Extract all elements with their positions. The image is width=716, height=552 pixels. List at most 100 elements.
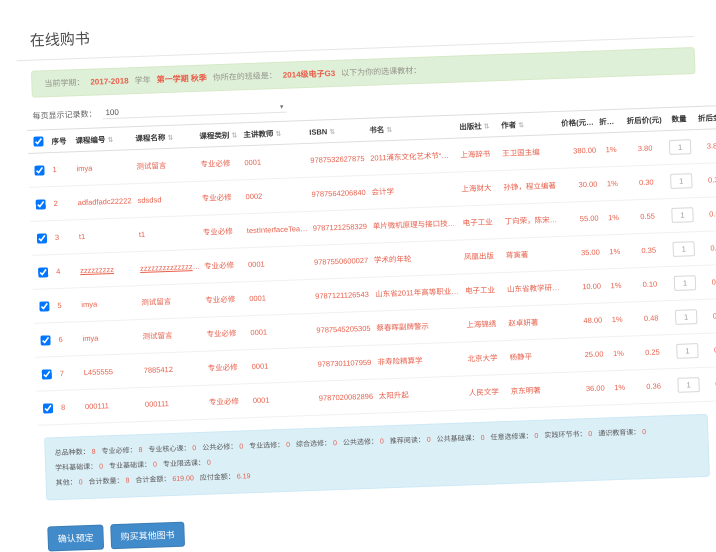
summary-item-label: 学科基础课： [55, 464, 97, 472]
cell-discounted_price: 0.30 [625, 165, 668, 200]
row-checkbox[interactable] [42, 369, 52, 379]
cell-publisher: 凤凰出版 [461, 239, 504, 274]
cell-discounted_price: 0.10 [628, 267, 671, 302]
col-header-course_name[interactable]: 课程名称⇅ [133, 124, 198, 149]
col-header-course_no[interactable]: 课程编号⇅ [73, 127, 134, 152]
cell-discounted_price: 0.48 [630, 301, 673, 336]
row-checkbox[interactable] [36, 199, 46, 209]
col-header-teacher[interactable]: 主讲教师⇅ [241, 120, 308, 145]
summary-item: 专业必修：8 [101, 443, 142, 459]
cell-check [34, 323, 57, 358]
confirm-reservation-button[interactable]: 确认预定 [47, 524, 104, 551]
cell-seq: 6 [56, 322, 81, 357]
col-header-course_type[interactable]: 课程类别⇅ [197, 123, 242, 148]
cell-seq: 1 [50, 152, 75, 187]
cell-amount: 0.48 [700, 298, 716, 333]
quantity-stepper[interactable]: 1 [676, 343, 699, 359]
summary-item: 总品种数：8 [54, 445, 95, 461]
summary-item-label: 专业核心课： [148, 445, 190, 453]
col-header-label: 价格(元) [561, 117, 594, 127]
col-header-label: ISBN [309, 127, 327, 137]
cell-course_name: 000111 [142, 385, 207, 421]
banner-term: 第一学期 秋季 [156, 74, 207, 85]
per-page-select[interactable]: 100 ▾ [102, 101, 286, 120]
cell-teacher: 0001 [249, 347, 316, 383]
cell-discount: 1% [602, 268, 629, 303]
cell-amount: 0.36 [702, 366, 716, 401]
cell-course_no: L455555 [81, 354, 142, 390]
cell-discount: 1% [598, 132, 625, 167]
summary-item: 合计数量：8 [88, 474, 129, 490]
quantity-stepper[interactable]: 1 [670, 173, 693, 189]
cell-price: 35.00 [563, 235, 602, 270]
quantity-stepper[interactable]: 1 [672, 241, 695, 257]
cell-publisher: 上海财大 [459, 171, 502, 206]
col-header-seq: 序号 [49, 129, 74, 153]
summary-item-value: 0 [427, 437, 431, 444]
cell-course_type: 专业必修 [203, 282, 248, 318]
quantity-stepper[interactable]: 1 [674, 275, 697, 291]
cell-course_no: t1 [76, 218, 137, 254]
cell-price: 25.00 [567, 337, 606, 372]
cell-teacher: 0001 [245, 245, 312, 281]
cell-teacher: 0002 [243, 177, 310, 213]
col-header-publisher[interactable]: 出版社⇅ [457, 114, 500, 138]
cell-amount: 0.35 [697, 230, 716, 265]
summary-item: 公共基础课：0 [436, 431, 484, 448]
col-header-isbn[interactable]: ISBN⇅ [307, 118, 368, 143]
per-page-value: 100 [105, 108, 119, 117]
select-all-checkbox[interactable] [33, 136, 43, 146]
col-header-price[interactable]: 价格(元)⇅ [559, 110, 598, 134]
summary-item-label: 总品种数： [55, 449, 90, 457]
row-checkbox[interactable] [39, 301, 49, 311]
sort-icon: ⇅ [107, 136, 113, 143]
cell-teacher: 0001 [248, 313, 315, 349]
row-checkbox[interactable] [38, 267, 48, 277]
summary-item: 合计金额：619.00 [135, 471, 194, 488]
summary-item-label: 合计金额： [135, 476, 170, 484]
cell-teacher: testInterfaceTeacher [244, 211, 311, 247]
cell-qty: 1 [667, 164, 696, 199]
cell-discount: 1% [604, 302, 631, 337]
cell-seq: 3 [52, 220, 77, 255]
summary-item-label: 应付金额： [200, 474, 235, 482]
cell-price: 36.00 [568, 371, 607, 406]
cell-check [30, 221, 53, 256]
quantity-stepper[interactable]: 1 [669, 139, 692, 155]
chevron-down-icon: ▾ [280, 102, 284, 110]
sort-icon: ⇅ [167, 134, 173, 141]
row-checkbox[interactable] [37, 233, 47, 243]
cell-course_no: imya [79, 286, 140, 322]
row-checkbox[interactable] [40, 335, 50, 345]
cell-seq: 4 [54, 254, 79, 289]
col-header-author[interactable]: 作者⇅ [499, 111, 560, 136]
row-checkbox[interactable] [34, 165, 44, 175]
banner-class-label: 你所在的班级是： [213, 71, 277, 82]
row-checkbox[interactable] [43, 403, 53, 413]
banner-class-name: 2014级电子G3 [283, 69, 336, 80]
summary-item: 实践环节书：0 [544, 427, 592, 444]
summary-item: 其他：0 [55, 475, 82, 491]
col-header-qty: 数量 [665, 107, 694, 131]
quantity-stepper[interactable]: 1 [677, 377, 700, 393]
cell-discount: 1% [606, 370, 633, 405]
cell-check [29, 187, 52, 222]
summary-item-value: 6.19 [237, 473, 251, 480]
summary-item-label: 公共选修： [343, 439, 378, 447]
cell-course_name: 测试留言 [134, 147, 199, 183]
summary-item-value: 0 [380, 438, 384, 445]
col-header-discounted_price: 折后价(元) [623, 108, 666, 132]
buy-other-books-button[interactable]: 购买其他图书 [110, 522, 185, 550]
quantity-stepper[interactable]: 1 [671, 207, 694, 223]
cell-course_no: 000111 [82, 388, 143, 424]
col-header-label: 课程名称 [135, 133, 165, 143]
col-header-book[interactable]: 书名⇅ [367, 115, 458, 141]
col-header-discount[interactable]: 折扣⇅ [597, 109, 624, 133]
cell-publisher: 电子工业 [462, 272, 505, 307]
col-header-label: 折后金额 [698, 112, 716, 122]
col-header-label: 出版社 [459, 121, 482, 131]
per-page-label: 每页显示记录数： [32, 108, 96, 121]
summary-item: 公共必修：0 [202, 439, 243, 455]
quantity-stepper[interactable]: 1 [675, 309, 698, 325]
cell-course_type: 专业必修 [199, 180, 244, 216]
